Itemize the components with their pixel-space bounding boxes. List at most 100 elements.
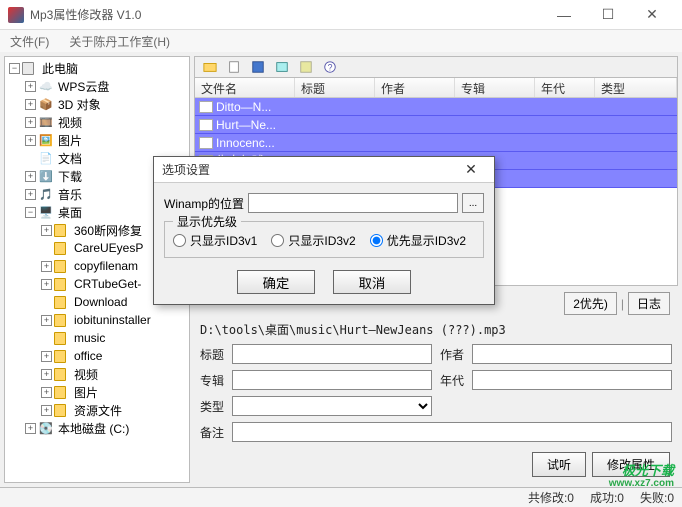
tree-label: 文档 [58, 150, 82, 167]
group-legend: 显示优先级 [173, 213, 241, 230]
input-remark[interactable] [232, 422, 672, 442]
label-title: 标题 [200, 346, 224, 363]
preview-button[interactable]: 试听 [532, 452, 586, 477]
expand-icon[interactable]: + [25, 117, 36, 128]
menu-file[interactable]: 文件(F) [4, 31, 55, 52]
property-form: 标题 作者 专辑 年代 类型 备注 [194, 340, 678, 446]
mp3-file-icon [199, 101, 213, 113]
radio-id3v2-priority[interactable]: 优先显示ID3v2 [370, 232, 466, 249]
folder-icon [54, 241, 70, 255]
tree-item[interactable]: +图片 [5, 383, 189, 401]
cancel-button[interactable]: 取消 [333, 270, 411, 294]
expand-icon[interactable]: + [41, 351, 52, 362]
filename-cell: Ditto—N... [216, 100, 271, 114]
expand-icon[interactable]: + [25, 171, 36, 182]
toolbar-save-icon[interactable] [247, 57, 269, 77]
title-bar: Mp3属性修改器 V1.0 — ☐ ✕ [0, 0, 682, 30]
toolbar-picture-icon[interactable] [271, 57, 293, 77]
col-filename[interactable]: 文件名 [195, 78, 295, 97]
label-author: 作者 [440, 346, 464, 363]
tree-item[interactable]: +☁️ WPS云盘 [5, 77, 189, 95]
expand-icon[interactable]: + [25, 99, 36, 110]
menu-bar: 文件(F) 关于陈丹工作室(H) [0, 30, 682, 52]
tree-item[interactable]: +🎞️视频 [5, 113, 189, 131]
tree-item[interactable]: +office [5, 347, 189, 365]
tree-item[interactable]: +📦3D 对象 [5, 95, 189, 113]
label-year: 年代 [440, 372, 464, 389]
expand-icon[interactable]: + [41, 225, 52, 236]
tree-label: 视频 [74, 366, 98, 383]
folder-icon: 🎵 [38, 187, 54, 201]
tree-label: 桌面 [58, 204, 82, 221]
modify-button[interactable]: 修改属性 [592, 452, 670, 477]
folder-icon [54, 385, 70, 399]
status-ok: 成功:0 [590, 489, 624, 506]
input-title[interactable] [232, 344, 432, 364]
browse-button[interactable]: ... [462, 193, 484, 213]
tree-label: 下载 [58, 168, 82, 185]
col-year[interactable]: 年代 [535, 78, 595, 97]
collapse-icon[interactable]: − [9, 63, 20, 74]
input-album[interactable] [232, 370, 432, 390]
tree-label: copyfilenam [74, 259, 138, 273]
expand-icon[interactable]: + [41, 279, 52, 290]
tree-label: WPS云盘 [58, 78, 109, 95]
maximize-button[interactable]: ☐ [586, 0, 630, 30]
tree-item[interactable]: music [5, 329, 189, 347]
toolbar-help-icon[interactable]: ? [319, 57, 341, 77]
toolbar-action-icon[interactable] [295, 57, 317, 77]
input-author[interactable] [472, 344, 672, 364]
tree-label: music [74, 331, 105, 345]
tree-label: 360断网修复 [74, 222, 142, 239]
folder-icon [54, 403, 70, 417]
winamp-path-input[interactable] [248, 193, 458, 213]
tree-label: CRTubeGet- [74, 277, 141, 291]
col-album[interactable]: 专辑 [455, 78, 535, 97]
tab-log[interactable]: 日志 [628, 292, 670, 315]
tree-item[interactable]: +iobituninstaller [5, 311, 189, 329]
radio-id3v2-only[interactable]: 只显示ID3v2 [271, 232, 355, 249]
expand-icon[interactable]: + [25, 423, 36, 434]
collapse-icon[interactable]: − [25, 207, 36, 218]
col-title[interactable]: 标题 [295, 78, 375, 97]
expand-icon[interactable]: + [25, 189, 36, 200]
status-bar: 共修改:0 成功:0 失败:0 [0, 487, 682, 507]
folder-icon [54, 223, 70, 237]
tab-priority[interactable]: 2优先) [564, 292, 617, 315]
tree-item[interactable]: −此电脑 [5, 59, 189, 77]
tree-item[interactable]: +💽本地磁盘 (C:) [5, 419, 189, 437]
toolbar-folder-icon[interactable] [199, 57, 221, 77]
expand-icon[interactable]: + [41, 315, 52, 326]
tree-item[interactable]: + 视频 [5, 365, 189, 383]
expand-icon[interactable]: + [25, 135, 36, 146]
menu-about[interactable]: 关于陈丹工作室(H) [63, 31, 176, 52]
radio-id3v1-only[interactable]: 只显示ID3v1 [173, 232, 257, 249]
expand-icon[interactable]: + [25, 81, 36, 92]
close-button[interactable]: ✕ [630, 0, 674, 30]
table-row[interactable]: Innocenc... [195, 134, 677, 152]
tree-label: 3D 对象 [58, 96, 101, 113]
table-row[interactable]: Hurt—Ne... [195, 116, 677, 134]
folder-icon: ☁️ [38, 79, 54, 93]
expand-icon[interactable]: + [41, 369, 52, 380]
select-type[interactable] [232, 396, 432, 416]
ok-button[interactable]: 确定 [237, 270, 315, 294]
expand-icon[interactable]: + [41, 261, 52, 272]
table-row[interactable]: Ditto—N... [195, 98, 677, 116]
folder-icon [54, 295, 70, 309]
dialog-close-icon[interactable]: ✕ [456, 161, 486, 178]
filename-cell: Hurt—Ne... [216, 118, 276, 132]
tree-item[interactable]: +🖼️图片 [5, 131, 189, 149]
expand-icon[interactable]: + [41, 405, 52, 416]
expand-icon[interactable]: + [41, 387, 52, 398]
toolbar-file-icon[interactable] [223, 57, 245, 77]
status-modified: 共修改:0 [528, 489, 574, 506]
file-path: D:\tools\桌面\music\Hurt—NewJeans (???).mp… [194, 319, 678, 340]
col-type[interactable]: 类型 [595, 78, 677, 97]
input-year[interactable] [472, 370, 672, 390]
folder-icon [54, 349, 70, 363]
tree-item[interactable]: +资源文件 [5, 401, 189, 419]
minimize-button[interactable]: — [542, 0, 586, 30]
col-author[interactable]: 作者 [375, 78, 455, 97]
folder-icon [54, 259, 70, 273]
